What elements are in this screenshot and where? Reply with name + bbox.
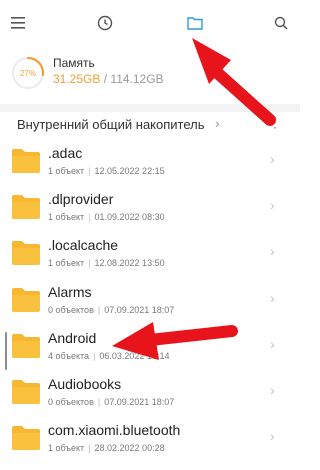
meta-separator: | — [93, 350, 96, 361]
file-meta: 1 объект | 01.09.2022 08:30 — [48, 212, 165, 222]
folder-icon — [12, 287, 40, 312]
file-name: .localcache — [48, 237, 119, 254]
file-date: 28.02.2022 00:28 — [94, 443, 165, 454]
chevron-right-icon: › — [270, 151, 275, 167]
meta-separator: | — [97, 304, 101, 315]
folder-icon — [12, 333, 40, 358]
chevron-right-icon: › — [270, 382, 275, 398]
file-count: 0 объектов — [48, 304, 94, 315]
chevron-right-icon: › — [270, 428, 275, 445]
file-meta: 1 объект | 12.05.2022 22:15 — [48, 166, 165, 176]
file-name: Audiobooks — [48, 376, 122, 392]
file-name: com.xiaomi.bluetooth — [48, 422, 181, 439]
file-count: 1 объект — [48, 212, 85, 223]
file-meta: 0 объектов | 07.09.2021 18:07 — [48, 305, 174, 315]
file-meta: 1 объект | 28.02.2022 00:28 — [48, 443, 165, 453]
file-name: Alarms — [48, 283, 92, 300]
file-name: .adac — [48, 145, 83, 161]
meta-separator: | — [88, 258, 91, 269]
folder-icon[interactable] — [184, 12, 206, 34]
meta-separator: | — [88, 212, 91, 223]
chevron-right-icon: › — [270, 243, 275, 260]
file-count: 1 объект — [48, 443, 85, 454]
file-meta: 0 объектов | 07.09.2021 18:07 — [48, 397, 174, 407]
file-row[interactable]: .adac 1 объект | 12.05.2022 22:15 › — [0, 138, 300, 184]
meta-separator: | — [88, 166, 91, 176]
file-date: 06.03.2022 18:14 — [99, 350, 170, 361]
folder-icon — [12, 149, 40, 173]
file-count: 1 объект — [48, 258, 85, 269]
storage-total: 114.12GB — [110, 72, 164, 86]
clock-icon[interactable] — [94, 12, 116, 34]
menu-icon[interactable] — [7, 12, 29, 34]
top-toolbar — [0, 0, 300, 46]
file-row[interactable]: Android 4 объекта | 06.03.2022 18:14 › — [0, 323, 300, 369]
file-row[interactable]: com.xiaomi.bluetooth 1 объект | 28.02.2022 … — [0, 415, 300, 461]
meta-separator: | — [97, 397, 101, 407]
file-row[interactable]: .dlprovider 1 объект | 01.09.2022 08:30 › — [0, 184, 300, 230]
storage-title: Память — [53, 56, 95, 70]
file-count: 4 объекта — [48, 350, 90, 361]
more-options-icon[interactable]: ⋮ — [268, 114, 282, 131]
storage-summary[interactable]: 27% Память 31.25GB / 114.12GB — [0, 46, 300, 104]
file-meta: 1 объект | 12.08.2022 13:50 — [48, 258, 165, 268]
file-date: 07.09.2021 18:07 — [104, 397, 175, 407]
file-count: 1 объект — [48, 166, 85, 176]
folder-icon — [12, 426, 40, 451]
breadcrumb: Внутренний общий накопитель › ⋮ — [0, 112, 300, 138]
file-name: .dlprovider — [48, 191, 114, 208]
section-divider — [0, 104, 300, 112]
meta-separator: | — [88, 443, 91, 454]
chevron-right-icon: › — [270, 197, 275, 214]
file-date: 12.05.2022 22:15 — [94, 166, 165, 176]
file-row[interactable]: .localcache 1 объект | 12.08.2022 13:50 › — [0, 230, 300, 276]
folder-icon — [12, 241, 40, 266]
file-name: Android — [48, 329, 97, 346]
storage-used: 31.25GB — [53, 72, 101, 86]
file-row[interactable]: Audiobooks 0 объектов | 07.09.2021 18:07 › — [0, 369, 300, 415]
folder-icon — [12, 380, 40, 404]
file-date: 12.08.2022 13:50 — [94, 258, 165, 269]
storage-usage: 31.25GB / 114.12GB — [53, 72, 164, 86]
chevron-right-icon: › — [215, 115, 220, 131]
storage-separator: / — [103, 72, 108, 86]
file-meta: 4 объекта | 06.03.2022 18:14 — [48, 351, 169, 361]
breadcrumb-label[interactable]: Внутренний общий накопитель — [17, 117, 205, 132]
chevron-right-icon: › — [270, 289, 275, 306]
file-count: 0 объектов — [48, 397, 94, 407]
file-list: .adac 1 объект | 12.05.2022 22:15 › .dlprovid… — [0, 138, 300, 470]
chevron-right-icon: › — [270, 335, 275, 352]
search-icon[interactable] — [270, 12, 292, 34]
file-row[interactable]: Alarms 0 объектов | 07.09.2021 18:07 › — [0, 277, 300, 323]
file-date: 01.09.2022 08:30 — [94, 212, 165, 223]
storage-percent: 27% — [19, 68, 36, 78]
file-date: 07.09.2021 18:07 — [104, 304, 175, 315]
folder-icon — [12, 195, 40, 220]
